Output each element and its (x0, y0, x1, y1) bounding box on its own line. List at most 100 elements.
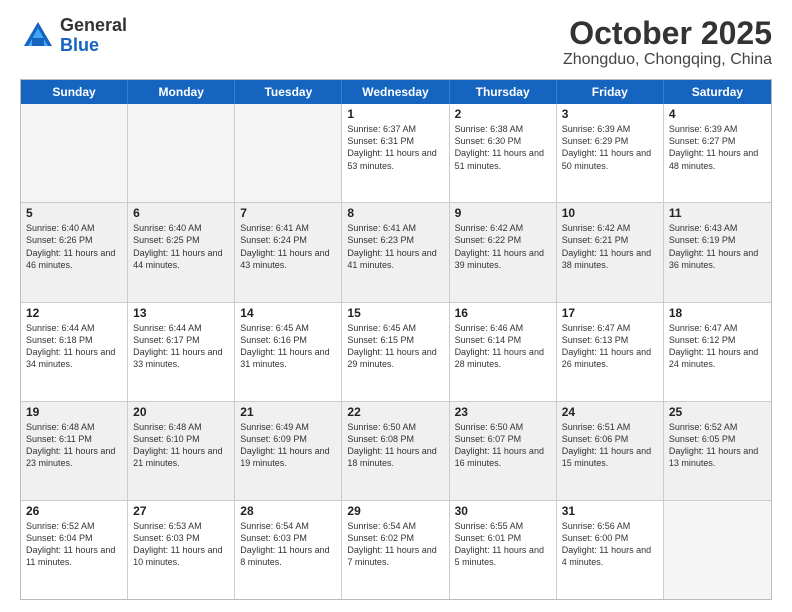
day-number: 19 (26, 405, 122, 419)
week-row-4: 19 Sunrise: 6:48 AMSunset: 6:11 PMDayligh… (21, 402, 771, 501)
day-number: 23 (455, 405, 551, 419)
location-subtitle: Zhongduo, Chongqing, China (563, 51, 772, 69)
cell-info: Sunrise: 6:51 AMSunset: 6:06 PMDaylight:… (562, 421, 658, 470)
cell-info: Sunrise: 6:56 AMSunset: 6:00 PMDaylight:… (562, 520, 658, 569)
day-header-friday: Friday (557, 80, 664, 104)
cell-info: Sunrise: 6:52 AMSunset: 6:05 PMDaylight:… (669, 421, 766, 470)
calendar-body: 1Sunrise: 6:37 AMSunset: 6:31 PMDaylight… (21, 104, 771, 599)
cell-info: Sunrise: 6:54 AMSunset: 6:03 PMDaylight:… (240, 520, 336, 569)
day-number: 22 (347, 405, 443, 419)
cal-cell: 22Sunrise: 6:50 AMSunset: 6:08 PMDayligh… (342, 402, 449, 500)
week-row-3: 12Sunrise: 6:44 AMSunset: 6:18 PMDayligh… (21, 303, 771, 402)
day-number: 3 (562, 107, 658, 121)
cal-cell: 1Sunrise: 6:37 AMSunset: 6:31 PMDaylight… (342, 104, 449, 202)
cell-info: Sunrise: 6:47 AMSunset: 6:13 PMDaylight:… (562, 322, 658, 371)
day-number: 4 (669, 107, 766, 121)
cell-info: Sunrise: 6:55 AMSunset: 6:01 PMDaylight:… (455, 520, 551, 569)
cal-cell: 21Sunrise: 6:49 AMSunset: 6:09 PMDayligh… (235, 402, 342, 500)
logo: General Blue (20, 16, 127, 56)
day-number: 18 (669, 306, 766, 320)
logo-general: General (60, 15, 127, 35)
cal-cell: 7Sunrise: 6:41 AMSunset: 6:24 PMDaylight… (235, 203, 342, 301)
cal-cell (235, 104, 342, 202)
day-number: 8 (347, 206, 443, 220)
cal-cell: 9 Sunrise: 6:42 AMSunset: 6:22 PMDaylight… (450, 203, 557, 301)
cal-cell: 30 Sunrise: 6:55 AMSunset: 6:01 PMDayligh… (450, 501, 557, 599)
day-number: 31 (562, 504, 658, 518)
cal-cell (664, 501, 771, 599)
cal-cell: 31 Sunrise: 6:56 AMSunset: 6:00 PMDayligh… (557, 501, 664, 599)
day-number: 15 (347, 306, 443, 320)
cell-info: Sunrise: 6:46 AMSunset: 6:14 PMDaylight:… (455, 322, 551, 371)
cal-cell (21, 104, 128, 202)
cal-cell: 18Sunrise: 6:47 AMSunset: 6:12 PMDayligh… (664, 303, 771, 401)
day-number: 6 (133, 206, 229, 220)
day-number: 16 (455, 306, 551, 320)
day-number: 24 (562, 405, 658, 419)
cal-cell: 2Sunrise: 6:38 AMSunset: 6:30 PMDaylight… (450, 104, 557, 202)
cell-info: Sunrise: 6:45 AMSunset: 6:16 PMDaylight:… (240, 322, 336, 371)
day-number: 27 (133, 504, 229, 518)
calendar-header: SundayMondayTuesdayWednesdayThursdayFrid… (21, 80, 771, 104)
day-number: 13 (133, 306, 229, 320)
cell-info: Sunrise: 6:41 AMSunset: 6:24 PMDaylight:… (240, 222, 336, 271)
cell-info: Sunrise: 6:48 AMSunset: 6:11 PMDaylight:… (26, 421, 122, 470)
cal-cell: 25 Sunrise: 6:52 AMSunset: 6:05 PMDayligh… (664, 402, 771, 500)
page: General Blue October 2025 Zhongduo, Chon… (0, 0, 792, 612)
cell-info: Sunrise: 6:39 AMSunset: 6:27 PMDaylight:… (669, 123, 766, 172)
day-number: 20 (133, 405, 229, 419)
calendar: SundayMondayTuesdayWednesdayThursdayFrid… (20, 79, 772, 600)
day-header-wednesday: Wednesday (342, 80, 449, 104)
cal-cell (128, 104, 235, 202)
cal-cell: 14 Sunrise: 6:45 AMSunset: 6:16 PMDayligh… (235, 303, 342, 401)
cell-info: Sunrise: 6:45 AMSunset: 6:15 PMDaylight:… (347, 322, 443, 371)
cal-cell: 8 Sunrise: 6:41 AMSunset: 6:23 PMDaylight… (342, 203, 449, 301)
cal-cell: 16 Sunrise: 6:46 AMSunset: 6:14 PMDayligh… (450, 303, 557, 401)
day-number: 25 (669, 405, 766, 419)
cell-info: Sunrise: 6:39 AMSunset: 6:29 PMDaylight:… (562, 123, 658, 172)
logo-icon (20, 18, 56, 54)
cal-cell: 11Sunrise: 6:43 AMSunset: 6:19 PMDayligh… (664, 203, 771, 301)
cell-info: Sunrise: 6:42 AMSunset: 6:22 PMDaylight:… (455, 222, 551, 271)
cal-cell: 26 Sunrise: 6:52 AMSunset: 6:04 PMDayligh… (21, 501, 128, 599)
cal-cell: 5 Sunrise: 6:40 AMSunset: 6:26 PMDaylight… (21, 203, 128, 301)
month-title: October 2025 (563, 16, 772, 51)
cal-cell: 17 Sunrise: 6:47 AMSunset: 6:13 PMDayligh… (557, 303, 664, 401)
cal-cell: 24 Sunrise: 6:51 AMSunset: 6:06 PMDayligh… (557, 402, 664, 500)
cell-info: Sunrise: 6:52 AMSunset: 6:04 PMDaylight:… (26, 520, 122, 569)
cell-info: Sunrise: 6:54 AMSunset: 6:02 PMDaylight:… (347, 520, 443, 569)
day-header-sunday: Sunday (21, 80, 128, 104)
day-number: 30 (455, 504, 551, 518)
cal-cell: 3 Sunrise: 6:39 AMSunset: 6:29 PMDaylight… (557, 104, 664, 202)
day-number: 5 (26, 206, 122, 220)
cell-info: Sunrise: 6:37 AMSunset: 6:31 PMDaylight:… (347, 123, 443, 172)
week-row-5: 26 Sunrise: 6:52 AMSunset: 6:04 PMDayligh… (21, 501, 771, 599)
cal-cell: 19 Sunrise: 6:48 AMSunset: 6:11 PMDayligh… (21, 402, 128, 500)
cell-info: Sunrise: 6:48 AMSunset: 6:10 PMDaylight:… (133, 421, 229, 470)
week-row-1: 1Sunrise: 6:37 AMSunset: 6:31 PMDaylight… (21, 104, 771, 203)
cal-cell: 29Sunrise: 6:54 AMSunset: 6:02 PMDayligh… (342, 501, 449, 599)
cell-info: Sunrise: 6:44 AMSunset: 6:17 PMDaylight:… (133, 322, 229, 371)
day-number: 14 (240, 306, 336, 320)
day-header-thursday: Thursday (450, 80, 557, 104)
cal-cell: 13 Sunrise: 6:44 AMSunset: 6:17 PMDayligh… (128, 303, 235, 401)
cell-info: Sunrise: 6:40 AMSunset: 6:26 PMDaylight:… (26, 222, 122, 271)
day-number: 9 (455, 206, 551, 220)
cal-cell: 10Sunrise: 6:42 AMSunset: 6:21 PMDayligh… (557, 203, 664, 301)
cell-info: Sunrise: 6:40 AMSunset: 6:25 PMDaylight:… (133, 222, 229, 271)
cell-info: Sunrise: 6:42 AMSunset: 6:21 PMDaylight:… (562, 222, 658, 271)
cell-info: Sunrise: 6:41 AMSunset: 6:23 PMDaylight:… (347, 222, 443, 271)
cell-info: Sunrise: 6:53 AMSunset: 6:03 PMDaylight:… (133, 520, 229, 569)
cal-cell: 12Sunrise: 6:44 AMSunset: 6:18 PMDayligh… (21, 303, 128, 401)
cal-cell: 6 Sunrise: 6:40 AMSunset: 6:25 PMDaylight… (128, 203, 235, 301)
day-number: 17 (562, 306, 658, 320)
header: General Blue October 2025 Zhongduo, Chon… (20, 16, 772, 69)
week-row-2: 5 Sunrise: 6:40 AMSunset: 6:26 PMDaylight… (21, 203, 771, 302)
cell-info: Sunrise: 6:49 AMSunset: 6:09 PMDaylight:… (240, 421, 336, 470)
logo-blue: Blue (60, 35, 99, 55)
day-number: 26 (26, 504, 122, 518)
day-header-monday: Monday (128, 80, 235, 104)
cal-cell: 27 Sunrise: 6:53 AMSunset: 6:03 PMDayligh… (128, 501, 235, 599)
cal-cell: 4 Sunrise: 6:39 AMSunset: 6:27 PMDaylight… (664, 104, 771, 202)
cal-cell: 23Sunrise: 6:50 AMSunset: 6:07 PMDayligh… (450, 402, 557, 500)
